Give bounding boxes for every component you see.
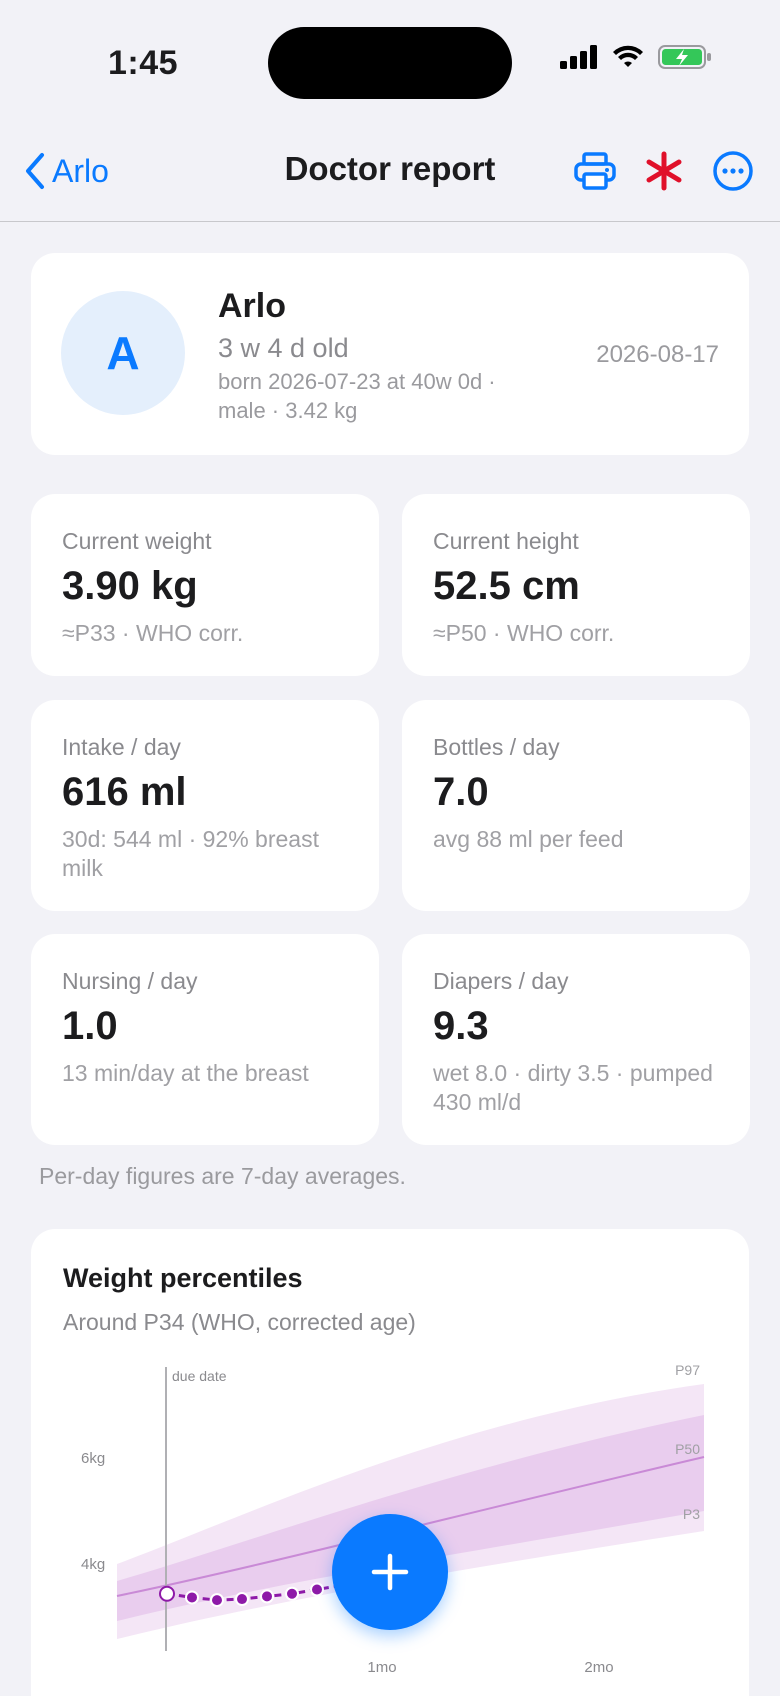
averages-footnote: Per-day figures are 7-day averages. (39, 1163, 406, 1189)
stat-value: 9.3 (433, 1004, 489, 1048)
y-tick-label: 6kg (81, 1450, 105, 1467)
stat-value: 1.0 (62, 1004, 118, 1048)
stat-label: Current height (433, 528, 579, 554)
stat-detail: ≈P50 · WHO corr. (433, 620, 615, 646)
plus-icon (371, 1553, 409, 1591)
more-icon (713, 151, 753, 191)
stat-card-diapers: Diapers / day 9.3 wet 8.0 · dirty 3.5 · … (402, 934, 750, 1145)
stat-value: 3.90 kg (62, 564, 198, 608)
stat-detail: wet 8.0 · dirty 3.5 · pumped 430 ml/d (433, 1060, 713, 1115)
nav-actions (574, 150, 754, 192)
stat-label: Nursing / day (62, 968, 198, 994)
weight-point (285, 1586, 299, 1601)
printer-icon (574, 152, 616, 190)
weight-point (235, 1592, 249, 1607)
stat-value: 616 ml (62, 770, 187, 814)
asterisk-icon (646, 151, 682, 191)
print-button[interactable] (574, 152, 616, 190)
weight-point (210, 1593, 224, 1608)
status-bar: 1:45 (0, 0, 780, 120)
stat-detail: avg 88 ml per feed (433, 826, 624, 852)
stat-label: Diapers / day (433, 968, 569, 994)
asterisk-button[interactable] (644, 151, 684, 191)
stat-card-nursing: Nursing / day 1.0 13 min/day at the brea… (31, 934, 379, 1145)
stat-detail: ≈P33 · WHO corr. (62, 620, 244, 646)
stat-card-height: Current height 52.5 cm ≈P50 · WHO corr. (402, 494, 750, 676)
wifi-icon (613, 45, 643, 67)
avatar: A (61, 291, 185, 415)
y-tick-label: 4kg (81, 1556, 105, 1573)
baby-age: 3 w 4 d old (218, 333, 349, 363)
battery-charging-icon (658, 45, 711, 69)
weight-point (260, 1589, 274, 1604)
status-icons (560, 44, 712, 70)
stat-detail: 13 min/day at the breast (62, 1060, 309, 1086)
x-tick-label: 1mo (367, 1659, 396, 1676)
status-time: 1:45 (108, 44, 179, 82)
stat-card-intake: Intake / day 616 ml 30d: 544 ml · 92% br… (31, 700, 379, 911)
weight-point (185, 1590, 199, 1605)
stat-card-weight: Current weight 3.90 kg ≈P33 · WHO corr. (31, 494, 379, 676)
baby-name: Arlo (218, 287, 286, 325)
navigation-bar: Arlo Doctor report (0, 120, 780, 222)
profile-card: A Arlo 3 w 4 d old born 2026-07-23 at 40… (31, 253, 749, 455)
stat-label: Intake / day (62, 734, 181, 760)
stat-card-bottles: Bottles / day 7.0 avg 88 ml per feed (402, 700, 750, 911)
add-entry-button[interactable] (332, 1514, 448, 1630)
dynamic-island (268, 27, 512, 99)
weight-point (159, 1585, 175, 1602)
stat-label: Bottles / day (433, 734, 560, 760)
band-label: P3 (683, 1506, 700, 1522)
band-label: P97 (675, 1362, 700, 1378)
birth-details: born 2026-07-23 at 40w 0d · male · 3.42 … (218, 369, 496, 423)
report-date: 2026-08-17 (596, 341, 719, 368)
x-tick-label: 2mo (584, 1659, 613, 1676)
signal-icon (560, 45, 597, 69)
stat-value: 52.5 cm (433, 564, 580, 608)
due-date-label: due date (172, 1368, 227, 1384)
stat-value: 7.0 (433, 770, 489, 814)
stat-label: Current weight (62, 528, 212, 554)
more-button[interactable] (712, 150, 754, 192)
band-label: P50 (675, 1441, 700, 1457)
stat-detail: 30d: 544 ml · 92% breast milk (62, 826, 319, 881)
weight-point (310, 1582, 324, 1597)
